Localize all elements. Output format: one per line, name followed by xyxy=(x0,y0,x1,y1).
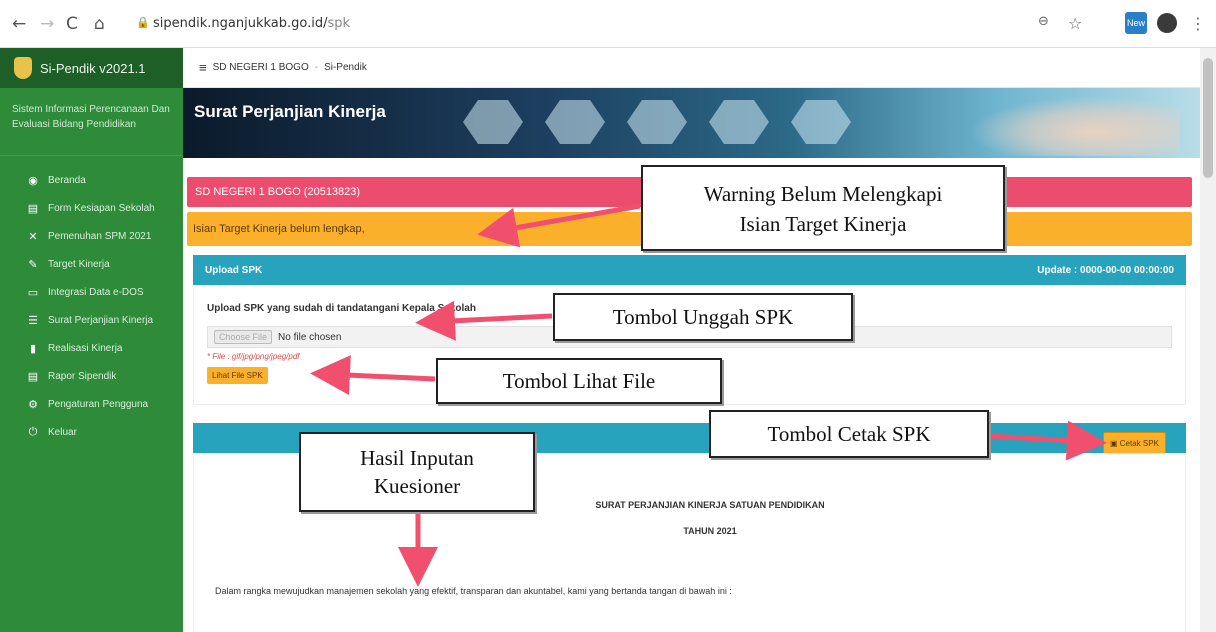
callout-line: Isian Target Kinerja xyxy=(739,212,907,236)
callout-line: Hasil Inputan xyxy=(360,446,474,470)
hasil-callout: Hasil Inputan Kuesioner xyxy=(299,432,535,512)
cetak-arrow xyxy=(989,420,1107,461)
unggah-callout: Tombol Unggah SPK xyxy=(553,293,853,341)
lihat-arrow xyxy=(310,355,436,396)
warning-arrow xyxy=(477,203,641,248)
lihat-callout: Tombol Lihat File xyxy=(436,358,722,404)
warning-callout: Warning Belum Melengkapi Isian Target Ki… xyxy=(641,165,1005,251)
cetak-callout: Tombol Cetak SPK xyxy=(709,410,989,458)
unggah-arrow xyxy=(415,300,553,341)
callout-line: Kuesioner xyxy=(373,474,461,498)
callout-line: Warning Belum Melengkapi xyxy=(703,182,943,206)
